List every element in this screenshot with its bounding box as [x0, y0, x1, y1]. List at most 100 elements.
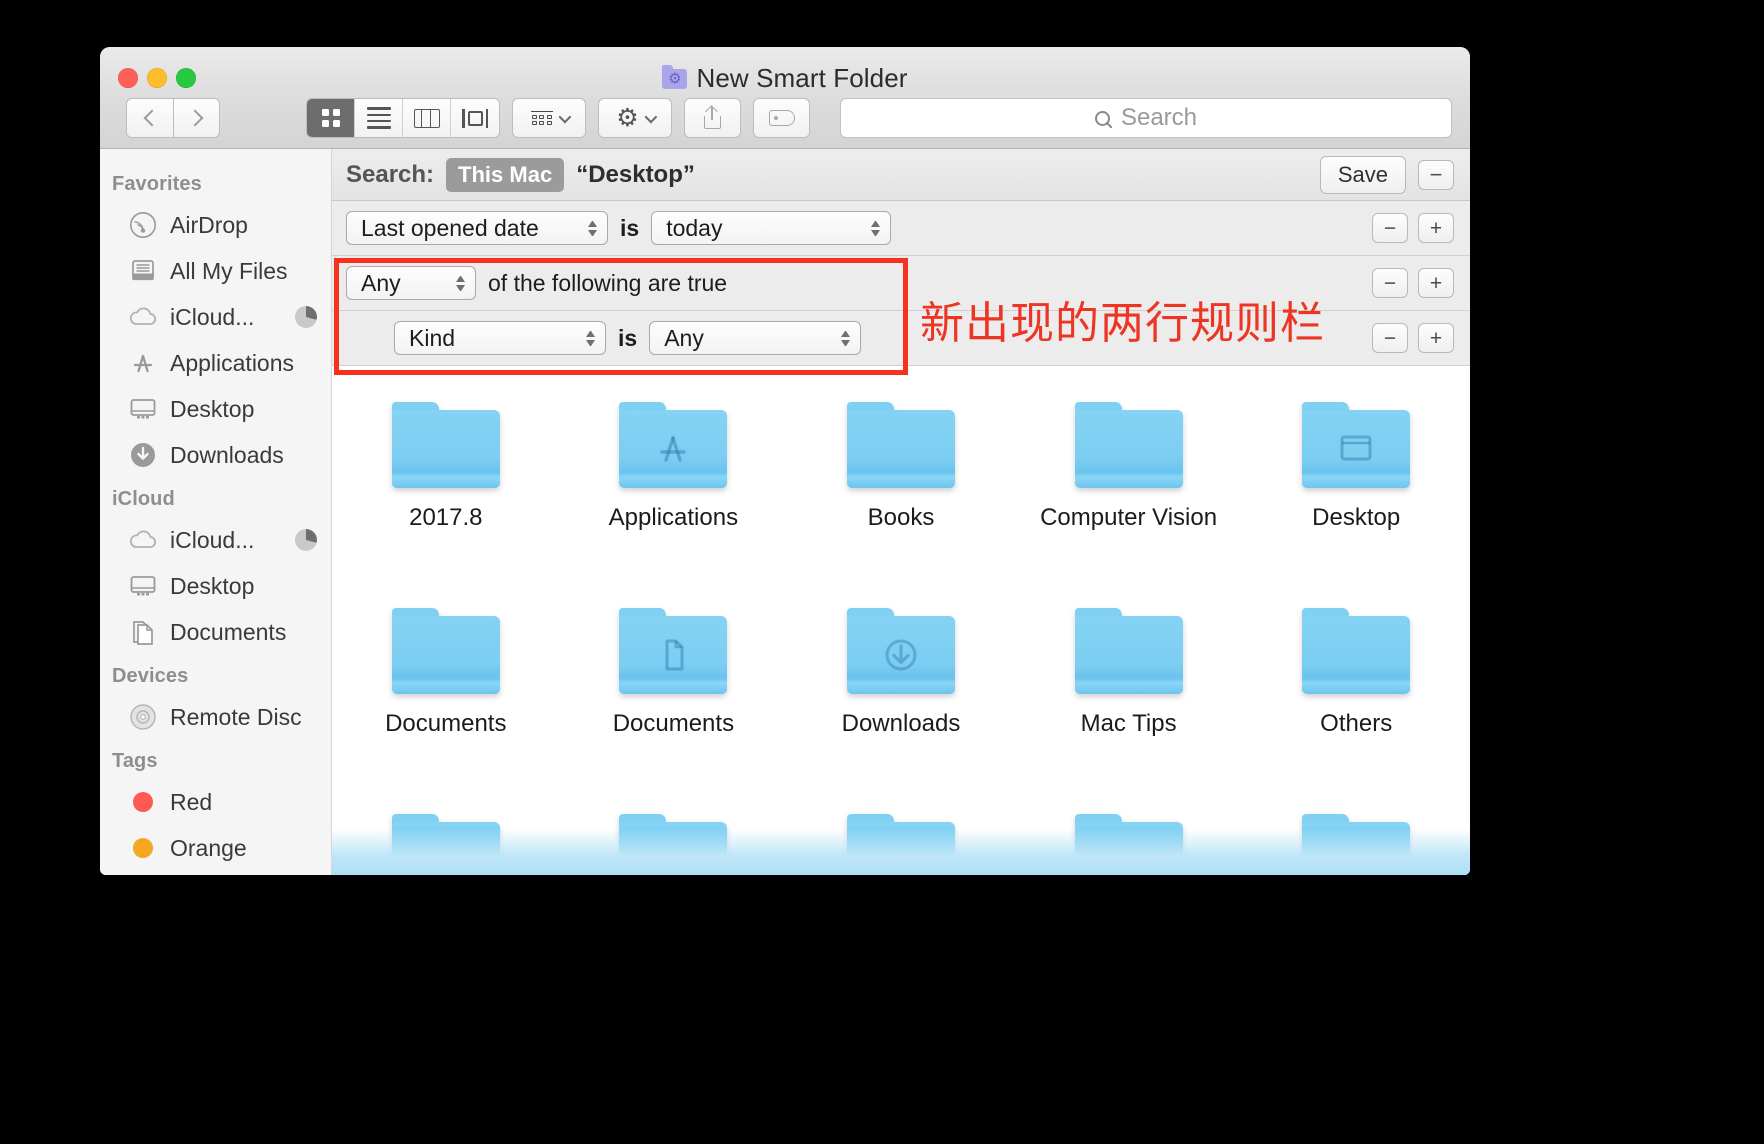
- back-button[interactable]: [126, 98, 173, 138]
- rule-row-last-opened-date: Last opened date is today − +: [332, 201, 1470, 256]
- arrange-by-button[interactable]: [512, 98, 586, 138]
- sidebar-item-downloads[interactable]: Downloads: [100, 432, 331, 478]
- documents-icon: [128, 617, 158, 647]
- file-item-partial[interactable]: [1015, 800, 1243, 875]
- rule-group-static-text: of the following are true: [488, 270, 727, 297]
- file-item[interactable]: 2017.8: [332, 388, 560, 594]
- view-mode-segmented-control: [306, 98, 500, 138]
- desktop-icon: [128, 394, 158, 424]
- sidebar-item-applications[interactable]: Applications: [100, 340, 331, 386]
- rule-attribute-popup[interactable]: Last opened date: [346, 211, 608, 245]
- add-rule-button[interactable]: +: [1418, 268, 1454, 298]
- file-item[interactable]: Others: [1242, 594, 1470, 800]
- file-item[interactable]: Documents: [560, 594, 788, 800]
- file-item[interactable]: Mac Tips: [1015, 594, 1243, 800]
- file-item[interactable]: Computer Vision: [1015, 388, 1243, 594]
- rule-value-popup[interactable]: today: [651, 211, 891, 245]
- sidebar-item-icloud-documents[interactable]: Documents: [100, 609, 331, 655]
- file-item[interactable]: Desktop: [1242, 388, 1470, 594]
- sidebar-item-remote-disc[interactable]: Remote Disc: [100, 694, 331, 740]
- tag-dot-red-icon: [128, 787, 158, 817]
- gear-icon: ⚙: [616, 106, 638, 131]
- close-search-button[interactable]: −: [1418, 160, 1454, 190]
- file-item-partial[interactable]: [560, 800, 788, 875]
- action-menu-button[interactable]: ⚙: [598, 98, 672, 138]
- file-label: Documents: [613, 710, 734, 738]
- sidebar-item-label: AirDrop: [170, 212, 248, 239]
- scope-folder-button[interactable]: “Desktop”: [576, 161, 695, 189]
- search-placeholder: Search: [1121, 104, 1197, 132]
- column-view-icon: [414, 109, 440, 128]
- smart-folder-icon: [662, 69, 687, 89]
- view-mode-icon-button[interactable]: [307, 99, 355, 137]
- file-label: Mac Tips: [1081, 710, 1177, 738]
- remove-rule-button[interactable]: −: [1372, 268, 1408, 298]
- search-input[interactable]: Search: [840, 98, 1452, 138]
- sidebar-item-label: iCloud...: [170, 304, 254, 331]
- add-rule-button[interactable]: +: [1418, 323, 1454, 353]
- file-item[interactable]: Applications: [560, 388, 788, 594]
- file-label: Others: [1320, 710, 1392, 738]
- rule-value-label: Any: [664, 325, 828, 352]
- file-label: Computer Vision: [1040, 504, 1217, 532]
- window-body: Favorites AirDrop All My Files iCloud...: [100, 149, 1470, 875]
- folder-plain-icon: [847, 814, 955, 875]
- annotation-note-text: 新出现的两行规则栏: [920, 287, 1325, 351]
- folder-plain-icon: [1075, 608, 1183, 694]
- remove-rule-button[interactable]: −: [1372, 323, 1408, 353]
- scope-this-mac-button[interactable]: This Mac: [446, 158, 564, 192]
- main-pane: Search: This Mac “Desktop” Save − Last o…: [332, 149, 1470, 875]
- sidebar-item-all-my-files[interactable]: All My Files: [100, 248, 331, 294]
- edit-tags-button[interactable]: [753, 98, 810, 138]
- share-button[interactable]: [684, 98, 741, 138]
- icloud-icon: [128, 525, 158, 555]
- view-mode-coverflow-button[interactable]: [451, 99, 499, 137]
- folder-downloads-icon: [847, 608, 955, 694]
- applications-icon: [128, 348, 158, 378]
- rule-attribute-popup[interactable]: Kind: [394, 321, 606, 355]
- sidebar-item-label: Downloads: [170, 442, 284, 469]
- sidebar-item-icloud-drive[interactable]: iCloud...: [100, 294, 331, 340]
- rule-value-label: today: [666, 215, 858, 242]
- file-label: 2017.8: [409, 504, 482, 532]
- sidebar-item-icloud-desktop[interactable]: Desktop: [100, 563, 331, 609]
- sidebar-item-tag-red[interactable]: Red: [100, 779, 331, 825]
- folder-plain-icon: [1075, 814, 1183, 875]
- file-item-partial[interactable]: [1242, 800, 1470, 875]
- sidebar-item-label: Desktop: [170, 573, 254, 600]
- forward-button[interactable]: [173, 98, 220, 138]
- sidebar-item-desktop[interactable]: Desktop: [100, 386, 331, 432]
- sidebar-item-icloud-drive-2[interactable]: iCloud...: [100, 517, 331, 563]
- file-item[interactable]: Documents: [332, 594, 560, 800]
- view-mode-list-button[interactable]: [355, 99, 403, 137]
- all-my-files-icon: [128, 256, 158, 286]
- list-view-icon: [367, 107, 391, 129]
- arrange-by-icon: [531, 111, 553, 126]
- rule-value-popup[interactable]: Any: [649, 321, 861, 355]
- rule-group-popup[interactable]: Any: [346, 266, 476, 300]
- rule-buttons: − +: [1372, 268, 1454, 298]
- view-mode-column-button[interactable]: [403, 99, 451, 137]
- rule-buttons: − +: [1372, 323, 1454, 353]
- updown-chevron-icon: [585, 217, 599, 239]
- file-item[interactable]: Downloads: [787, 594, 1015, 800]
- sidebar-item-label: iCloud...: [170, 527, 254, 554]
- file-label: Books: [868, 504, 935, 532]
- chevron-down-icon: [558, 110, 571, 123]
- coverflow-view-icon: [462, 109, 488, 128]
- sidebar-item-tag-orange[interactable]: Orange: [100, 825, 331, 871]
- file-item-partial[interactable]: [787, 800, 1015, 875]
- file-item-partial[interactable]: [332, 800, 560, 875]
- share-icon: [704, 107, 721, 129]
- file-label: Applications: [609, 504, 738, 532]
- add-rule-button[interactable]: +: [1418, 213, 1454, 243]
- window-titlebar: New Smart Folder: [100, 47, 1470, 149]
- sidebar-item-label: Red: [170, 789, 212, 816]
- icloud-icon: [128, 302, 158, 332]
- save-button[interactable]: Save: [1320, 156, 1406, 194]
- grid-view-icon: [322, 109, 340, 127]
- sidebar-item-airdrop[interactable]: AirDrop: [100, 202, 331, 248]
- remove-rule-button[interactable]: −: [1372, 213, 1408, 243]
- toolbar: ⚙ Search: [100, 96, 1470, 140]
- file-item[interactable]: Books: [787, 388, 1015, 594]
